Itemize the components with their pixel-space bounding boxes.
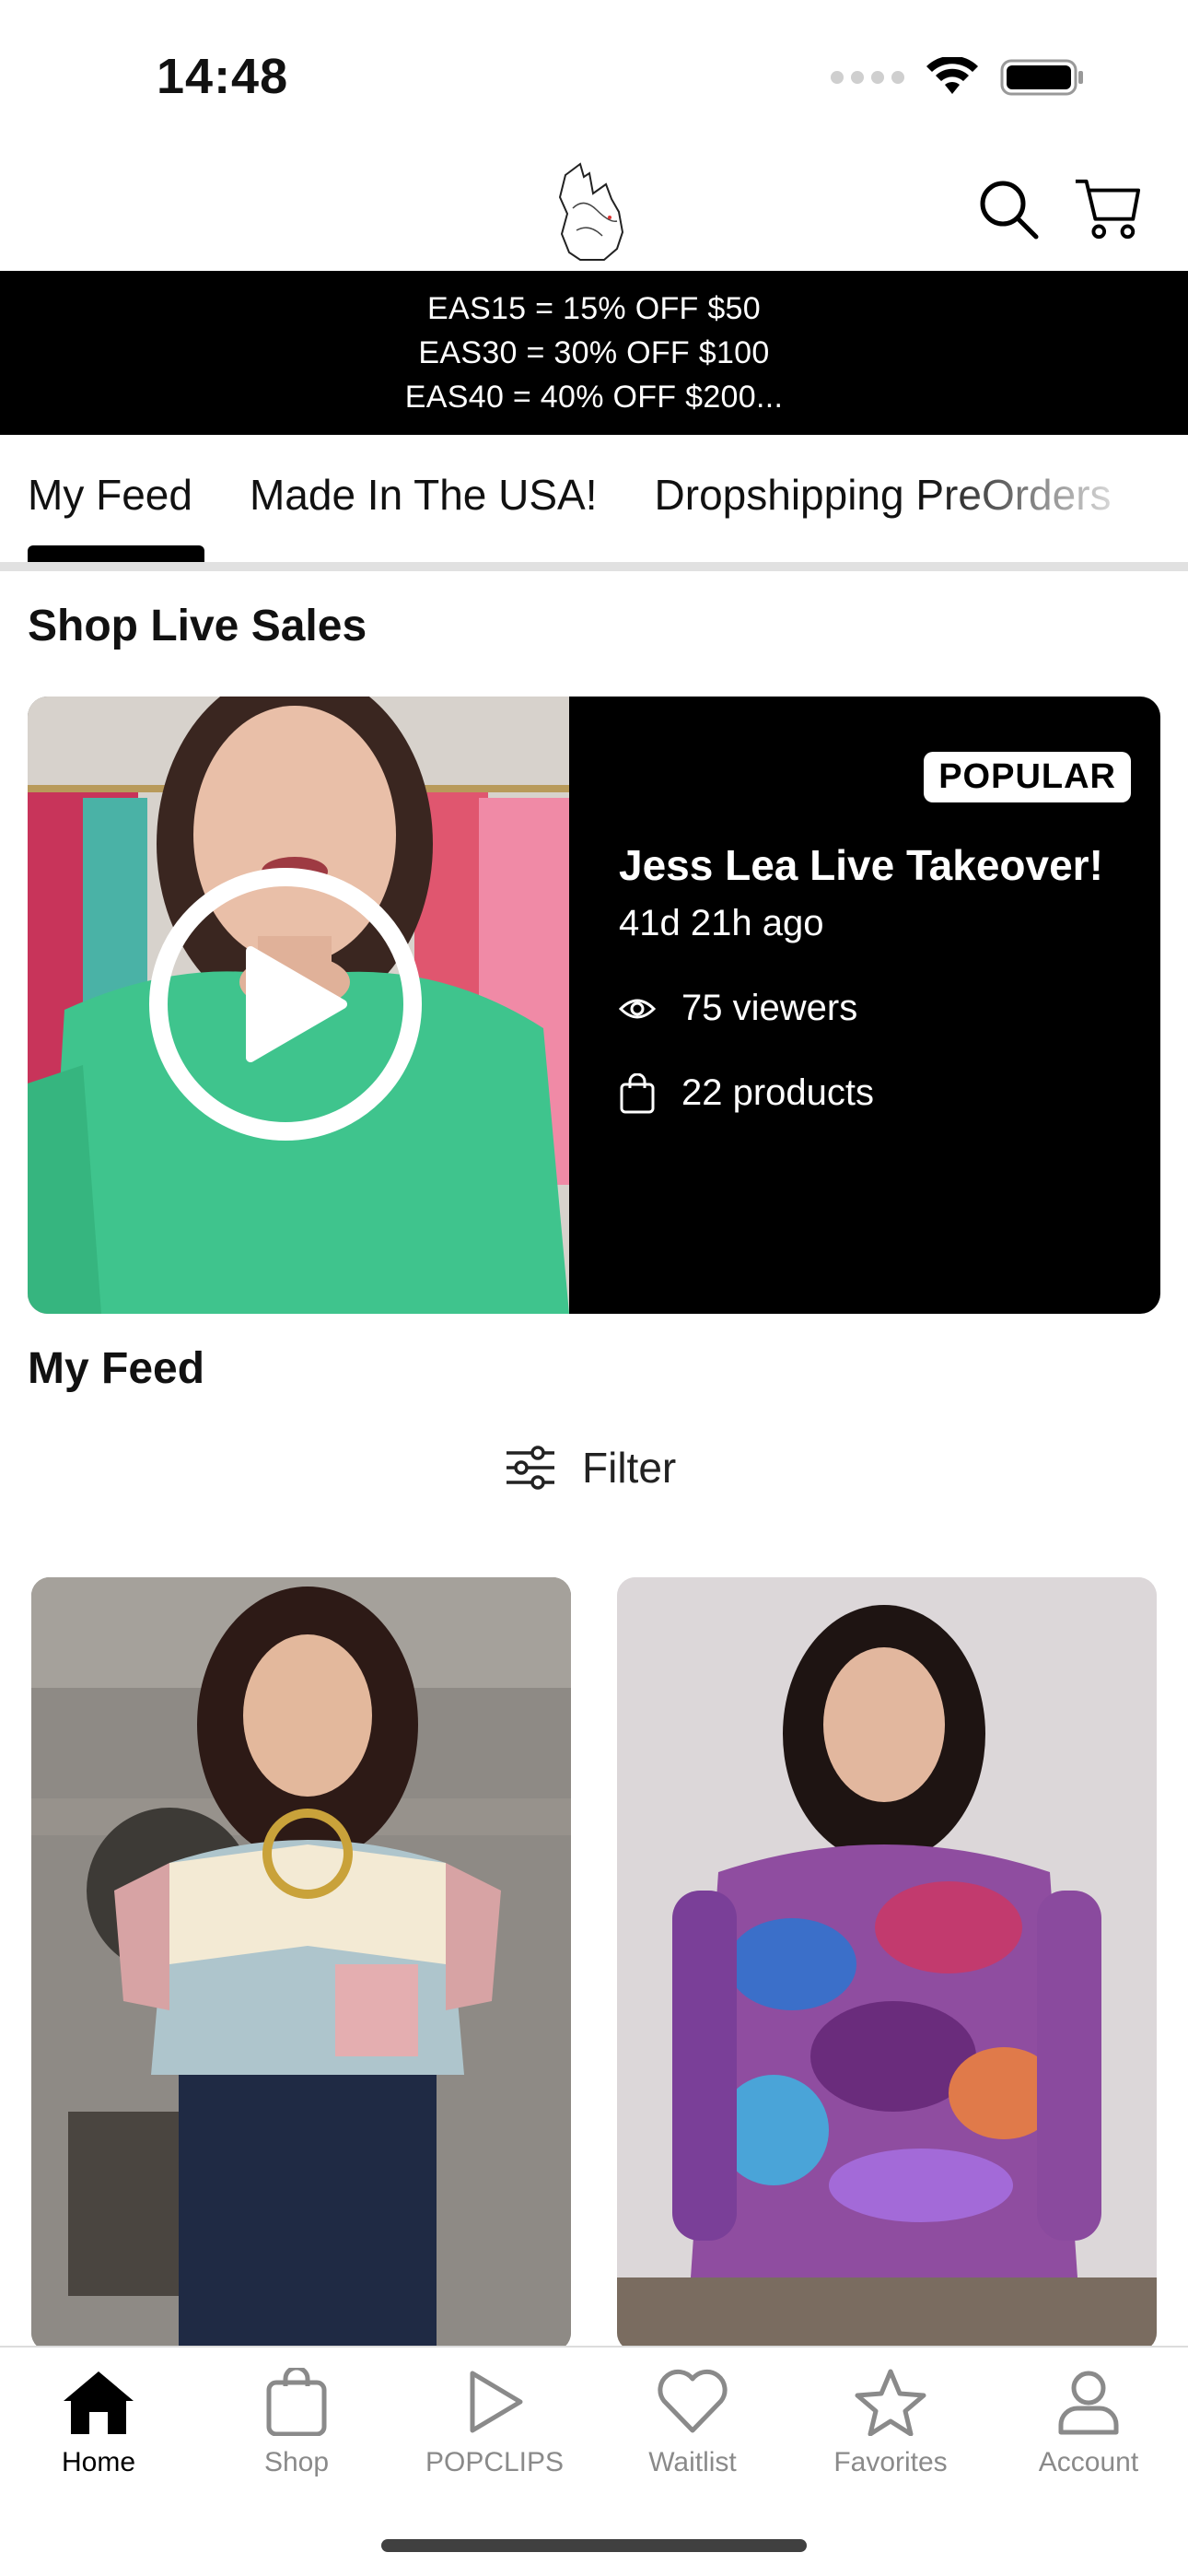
heart-icon bbox=[658, 2369, 728, 2433]
tab-dropshipping-preorders[interactable]: Dropshipping PreOrders bbox=[655, 470, 1112, 520]
filter-button[interactable]: Filter bbox=[505, 1443, 676, 1493]
live-sales-title: Shop Live Sales bbox=[28, 602, 367, 650]
tab-divider bbox=[0, 562, 1188, 571]
nav-favorites[interactable]: Favorites bbox=[798, 2368, 983, 2478]
filter-sliders-icon bbox=[507, 1446, 554, 1490]
cart-icon bbox=[1075, 179, 1141, 240]
star-icon bbox=[855, 2369, 926, 2436]
cellular-signal-icon bbox=[831, 71, 904, 84]
products-count: 22 products bbox=[681, 1072, 875, 1113]
promo-line: EAS30 = 30% OFF $100 bbox=[418, 335, 770, 370]
search-icon bbox=[980, 181, 1039, 240]
nav-shop[interactable]: Shop bbox=[204, 2368, 389, 2478]
app-header bbox=[0, 147, 1188, 271]
nav-waitlist-label: Waitlist bbox=[648, 2447, 737, 2477]
promo-line: EAS15 = 15% OFF $50 bbox=[427, 291, 761, 326]
promo-banner[interactable]: EAS15 = 15% OFF $50 EAS30 = 30% OFF $100… bbox=[0, 271, 1188, 435]
status-icons bbox=[831, 57, 1085, 98]
nav-waitlist[interactable]: Waitlist bbox=[600, 2368, 785, 2478]
play-video-icon[interactable] bbox=[147, 866, 424, 1142]
nav-popclips[interactable]: POPCLIPS bbox=[402, 2368, 587, 2478]
person-icon bbox=[1058, 2371, 1119, 2435]
shopping-bag-icon bbox=[620, 1072, 655, 1113]
nav-home-label: Home bbox=[61, 2447, 136, 2477]
active-tab-indicator bbox=[28, 545, 204, 562]
popular-badge: POPULAR bbox=[924, 752, 1131, 802]
product-card[interactable] bbox=[31, 1577, 571, 2351]
store-logo[interactable] bbox=[553, 157, 635, 265]
status-time: 14:48 bbox=[157, 49, 289, 104]
eye-icon bbox=[619, 999, 656, 1018]
tab-made-in-usa[interactable]: Made In The USA! bbox=[250, 470, 598, 520]
category-tabs: My Feed Made In The USA! Dropshipping Pr… bbox=[0, 435, 1188, 571]
filter-label: Filter bbox=[582, 1444, 677, 1492]
live-video-thumbnail[interactable] bbox=[28, 697, 569, 1314]
product-card[interactable] bbox=[617, 1577, 1157, 2351]
search-button[interactable] bbox=[974, 175, 1042, 243]
live-sale-title: Jess Lea Live Takeover! bbox=[619, 841, 1103, 889]
home-icon bbox=[64, 2371, 134, 2434]
live-sale-time: 41d 21h ago bbox=[619, 903, 824, 943]
nav-popclips-label: POPCLIPS bbox=[425, 2447, 565, 2477]
viewers-count: 75 viewers bbox=[681, 988, 858, 1028]
home-indicator[interactable] bbox=[381, 2539, 807, 2552]
viewers-row: 75 viewers bbox=[619, 988, 857, 1029]
promo-line: EAS40 = 40% OFF $200... bbox=[404, 380, 784, 415]
wifi-icon bbox=[926, 57, 978, 94]
nav-shop-label: Shop bbox=[263, 2447, 330, 2477]
nav-home[interactable]: Home bbox=[6, 2368, 191, 2478]
product-photo bbox=[617, 1577, 1157, 2351]
cart-button[interactable] bbox=[1074, 175, 1142, 243]
nav-account-label: Account bbox=[1038, 2447, 1139, 2477]
header-actions bbox=[974, 175, 1142, 243]
battery-icon bbox=[1000, 59, 1083, 96]
nav-favorites-label: Favorites bbox=[833, 2447, 948, 2477]
feed-title: My Feed bbox=[28, 1344, 205, 1393]
live-sale-card[interactable]: POPULAR Jess Lea Live Takeover! 41d 21h … bbox=[28, 697, 1160, 1314]
product-photo bbox=[31, 1577, 571, 2351]
status-bar: 14:48 bbox=[0, 0, 1188, 147]
tab-my-feed[interactable]: My Feed bbox=[28, 470, 192, 520]
nav-account[interactable]: Account bbox=[996, 2368, 1181, 2478]
play-icon bbox=[470, 2371, 523, 2433]
products-row: 22 products bbox=[619, 1072, 874, 1114]
live-sale-info: POPULAR Jess Lea Live Takeover! 41d 21h … bbox=[569, 697, 1160, 1314]
shopping-bag-icon bbox=[266, 2368, 327, 2436]
